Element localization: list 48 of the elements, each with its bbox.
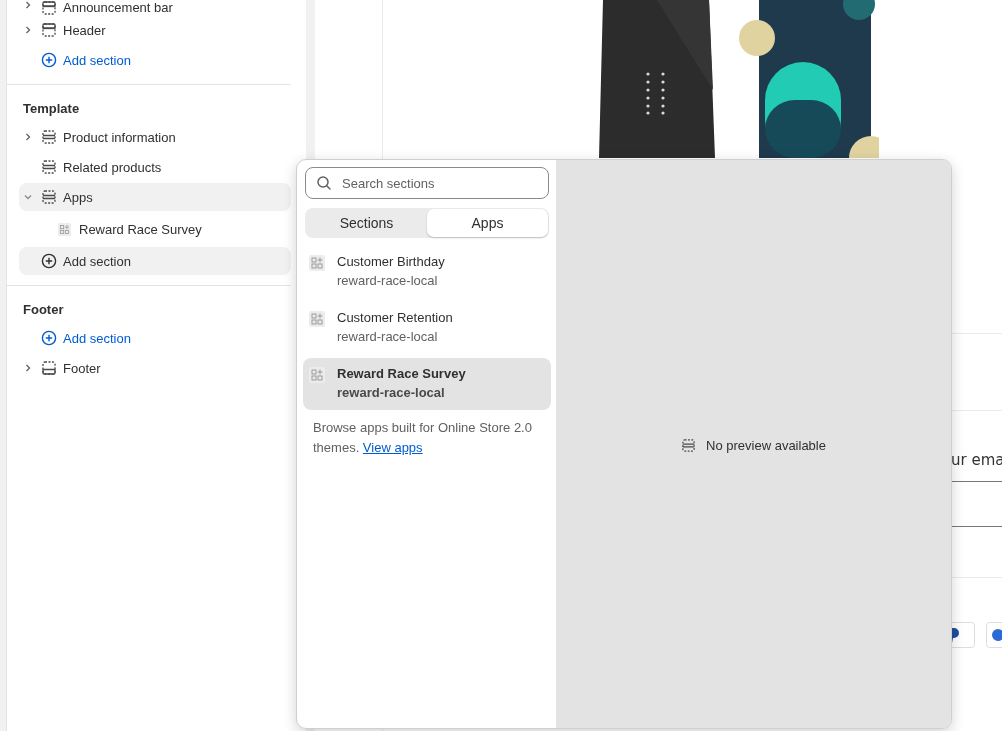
app-source: reward-race-local xyxy=(337,273,439,288)
browse-apps-note: Browse apps built for Online Store 2.0 themes. View apps xyxy=(313,419,533,457)
app-block-icon xyxy=(309,255,325,271)
search-field[interactable]: Search sections xyxy=(305,167,549,199)
chevron-right-icon[interactable] xyxy=(23,363,33,373)
section-icon xyxy=(41,129,57,145)
app-source: reward-race-local xyxy=(337,329,439,344)
section-item[interactable]: Product information xyxy=(19,123,291,151)
add-section-button[interactable]: Add section xyxy=(19,46,291,74)
footer-section-icon xyxy=(41,360,57,376)
chevron-right-icon[interactable] xyxy=(23,0,33,10)
app-list-item[interactable]: Customer Retention reward-race-local xyxy=(303,302,551,354)
no-preview-message: No preview available xyxy=(706,437,826,453)
add-section-button[interactable]: Add section xyxy=(19,324,291,352)
app-title: Reward Race Survey xyxy=(337,366,466,381)
section-icon xyxy=(41,189,57,205)
search-icon xyxy=(316,175,332,191)
app-block-icon xyxy=(309,311,325,327)
tab[interactable]: Apps xyxy=(427,209,548,237)
search-input[interactable]: Search sections xyxy=(342,175,538,191)
header-section-icon xyxy=(41,0,57,16)
app-title: Customer Birthday xyxy=(337,254,445,269)
app-list-item[interactable]: Reward Race Survey reward-race-local xyxy=(303,358,551,410)
app-block-icon xyxy=(58,222,71,236)
tab[interactable]: Sections xyxy=(306,209,427,237)
add-section-button[interactable]: Add section xyxy=(19,247,291,275)
app-title: Customer Retention xyxy=(337,310,453,325)
app-block-icon xyxy=(309,367,325,383)
add-icon xyxy=(41,253,57,269)
app-list-item[interactable]: Customer Birthday reward-race-local xyxy=(303,246,551,298)
section-icon xyxy=(681,437,696,453)
block-item[interactable]: Reward Race Survey xyxy=(19,213,291,245)
section-item[interactable]: Footer xyxy=(19,354,291,382)
group-heading: Template xyxy=(22,100,81,118)
add-icon xyxy=(41,52,57,68)
view-apps-link[interactable]: View apps xyxy=(362,440,423,455)
app-source: reward-race-local xyxy=(337,385,446,400)
header-section-icon xyxy=(41,22,57,38)
section-item[interactable]: Announcement bar xyxy=(19,0,291,14)
add-icon xyxy=(41,330,57,346)
group-heading: Footer xyxy=(22,301,65,319)
chevron-right-icon[interactable] xyxy=(23,132,33,142)
chevron-down-icon[interactable] xyxy=(23,192,33,202)
section-item[interactable]: Header xyxy=(19,16,291,44)
section-item[interactable]: Related products xyxy=(19,153,291,181)
chevron-right-icon[interactable] xyxy=(23,25,33,35)
section-item[interactable]: Apps xyxy=(19,183,291,211)
section-icon xyxy=(41,159,57,175)
